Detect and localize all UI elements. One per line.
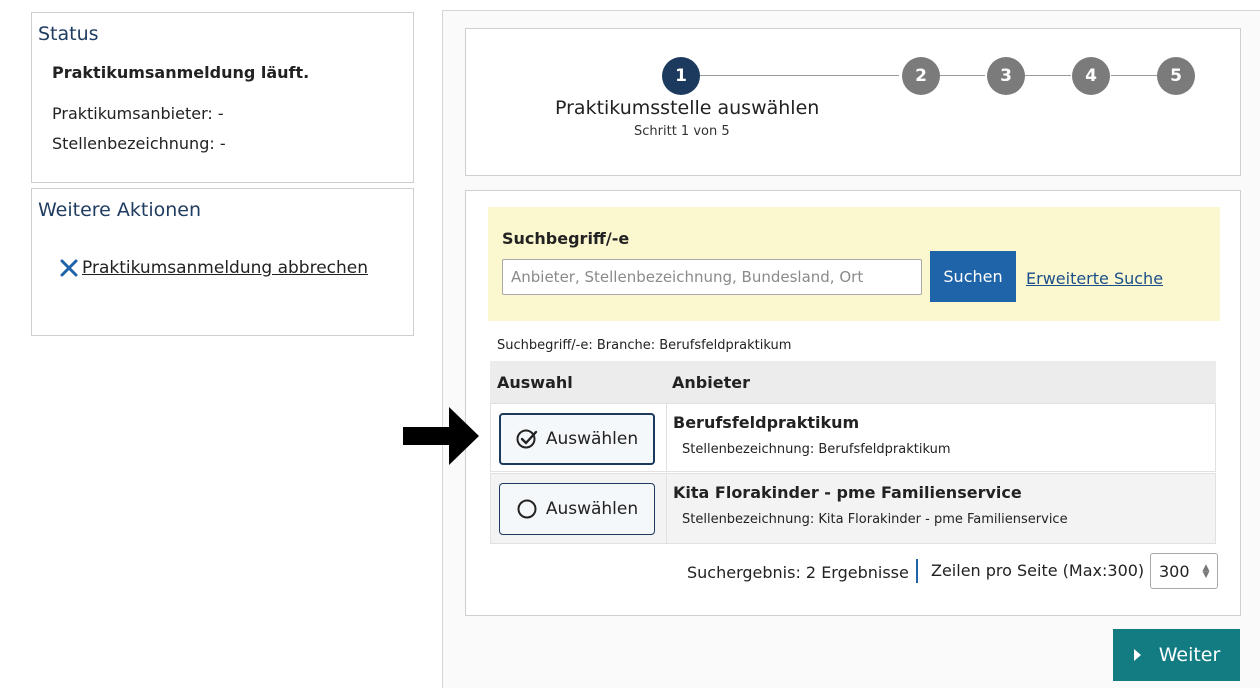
column-header-selection: Auswahl — [497, 373, 573, 392]
provider-name: Berufsfeldpraktikum — [673, 413, 860, 432]
step-title: Praktikumsstelle auswählen — [555, 97, 820, 119]
step-4-indicator: 4 — [1072, 57, 1110, 95]
step-1-indicator: 1 — [662, 57, 700, 95]
step-3-indicator: 3 — [987, 57, 1025, 95]
checked-circle-icon — [516, 429, 538, 449]
status-title: Status — [38, 23, 99, 45]
status-provider: Praktikumsanbieter: - — [52, 104, 224, 123]
stepper: 1 2 3 4 5 Praktikumsstelle auswählen Sch… — [465, 28, 1241, 176]
table-header: Auswahl Anbieter — [490, 361, 1216, 403]
rows-per-page-label: Zeilen pro Seite (Max:300) — [931, 561, 1145, 580]
search-area: Suchbegriff/-e Suchen Erweiterte Suche — [488, 207, 1220, 321]
close-icon — [60, 259, 78, 277]
search-results-panel: Suchbegriff/-e Suchen Erweiterte Suche S… — [465, 190, 1241, 616]
provider-position: Stellenbezeichnung: Kita Florakinder - p… — [682, 512, 1068, 527]
select-button-label: Auswählen — [545, 499, 639, 519]
rows-per-page-stepper[interactable]: 300 ▲ ▼ — [1150, 553, 1218, 589]
step-2-indicator: 2 — [902, 57, 940, 95]
rows-per-page-value: 300 — [1159, 561, 1190, 581]
step-5-indicator: 5 — [1157, 57, 1195, 95]
status-position: Stellenbezeichnung: - — [52, 134, 226, 153]
provider-position: Stellenbezeichnung: Berufsfeldpraktikum — [682, 442, 951, 457]
status-headline: Praktikumsanmeldung läuft. — [52, 63, 310, 82]
footer-separator — [916, 559, 918, 583]
actions-title: Weitere Aktionen — [38, 199, 202, 221]
cancel-registration-link[interactable]: Praktikumsanmeldung abbrechen — [60, 258, 368, 278]
select-button[interactable]: Auswählen — [499, 483, 655, 535]
column-header-provider: Anbieter — [672, 373, 750, 392]
up-down-arrows-icon: ▲ ▼ — [1202, 563, 1210, 580]
empty-circle-icon — [517, 499, 537, 519]
search-input[interactable] — [502, 259, 922, 295]
search-button[interactable]: Suchen — [930, 251, 1016, 302]
advanced-search-link[interactable]: Erweiterte Suche — [1026, 269, 1163, 288]
cancel-registration-label: Praktikumsanmeldung abbrechen — [82, 258, 369, 278]
results-footer: Suchergebnis: 2 Ergebnisse Zeilen pro Se… — [490, 553, 1220, 597]
next-button[interactable]: Weiter — [1113, 629, 1240, 681]
arrow-right-icon — [403, 407, 479, 465]
result-count: Suchergebnis: 2 Ergebnisse — [687, 563, 909, 582]
table-row: Auswählen Kita Florakinder - pme Familie… — [490, 473, 1216, 544]
search-label: Suchbegriff/-e — [502, 229, 630, 248]
status-panel: Status Praktikumsanmeldung läuft. Prakti… — [31, 12, 414, 183]
step-subtitle: Schritt 1 von 5 — [634, 124, 730, 139]
select-button-selected[interactable]: Auswählen — [499, 413, 655, 465]
select-button-label: Auswählen — [545, 429, 639, 449]
next-button-label: Weiter — [1158, 644, 1221, 666]
chevron-right-icon — [1133, 649, 1141, 661]
provider-name: Kita Florakinder - pme Familienservice — [673, 483, 1022, 502]
table-row: Auswählen Berufsfeldpraktikum Stellenbez… — [490, 403, 1216, 472]
actions-panel: Weitere Aktionen Praktikumsanmeldung abb… — [31, 188, 414, 336]
active-filter-text: Suchbegriff/-e: Branche: Berufsfeldprakt… — [497, 338, 792, 353]
